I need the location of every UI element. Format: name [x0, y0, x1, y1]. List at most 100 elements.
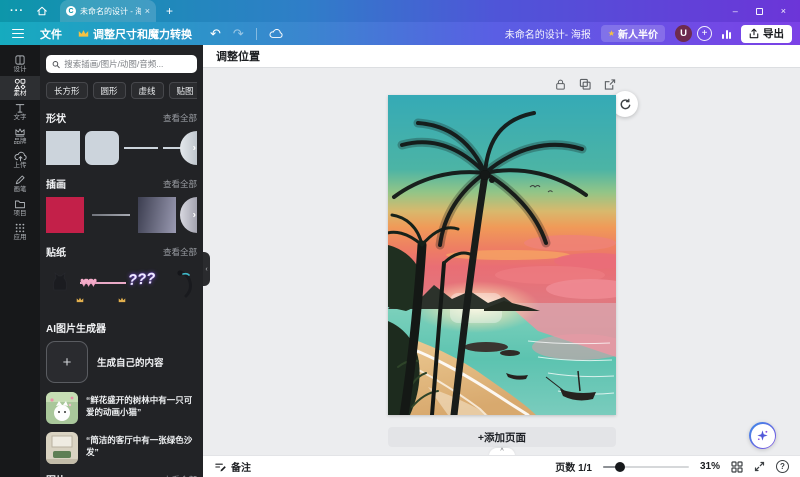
draw-icon — [15, 175, 25, 185]
ai-prompt-item[interactable]: “简洁的客厅中有一张绿色沙发” — [46, 432, 197, 464]
sticker-snorkeler[interactable] — [170, 268, 197, 303]
sidebar-item-text[interactable]: 文字 — [0, 100, 40, 124]
upload-cloud-icon — [13, 152, 27, 162]
photos-see-all-link[interactable]: 查看全部 — [163, 474, 197, 477]
pro-crown-icon — [118, 290, 126, 308]
menu-icon[interactable] — [12, 28, 24, 39]
sidebar-item-uploads[interactable]: 上传 — [0, 148, 40, 172]
tab-title: 未命名的设计 - 海报 — [80, 6, 141, 16]
shape-line[interactable] — [124, 131, 158, 165]
browser-menu-icon[interactable]: ··· — [10, 5, 24, 17]
close-window-button[interactable]: × — [781, 6, 786, 16]
share-page-icon[interactable] — [604, 78, 616, 91]
position-button[interactable]: 调整位置 — [216, 48, 260, 64]
page-count[interactable]: 页数 1/1 — [555, 459, 592, 474]
insights-icon[interactable] — [722, 29, 731, 39]
stickers-see-all-link[interactable]: 查看全部 — [163, 246, 197, 258]
shapes-see-all-link[interactable]: 查看全部 — [163, 112, 197, 124]
zoom-percent[interactable]: 31% — [700, 461, 720, 472]
chip-rectangle[interactable]: 长方形 — [46, 82, 88, 99]
plus-icon[interactable]: + — [46, 341, 88, 383]
canva-logo-icon: C — [66, 6, 76, 16]
elements-panel: 长方形 圆形 虚线 贴图 直线 形状 查看全部 › 插画 查看全部 › — [40, 45, 203, 477]
export-button[interactable]: 导出 — [741, 24, 792, 43]
panel-collapse-handle[interactable]: ‹ — [203, 252, 210, 286]
maximize-button[interactable] — [755, 7, 763, 15]
undo-button[interactable]: ↶ — [210, 26, 221, 42]
workspace: 调整位置 +添加页面 ^ 备注 页数 1/1 31% ? — [203, 45, 800, 477]
browser-titlebar: ··· C 未命名的设计 - 海报 × + – × — [0, 0, 800, 22]
home-icon[interactable] — [36, 5, 48, 17]
cloud-save-icon[interactable] — [269, 28, 283, 39]
star-icon: ★ — [607, 29, 615, 38]
grid-view-icon[interactable] — [731, 460, 743, 473]
document-title[interactable]: 未命名的设计- 海报 — [505, 26, 591, 41]
graphic-line[interactable] — [92, 197, 130, 233]
ai-thumb-kitten — [46, 392, 78, 424]
context-toolbar: 调整位置 — [203, 45, 800, 68]
chevron-right-icon[interactable]: › — [193, 143, 196, 154]
photos-section-title: 图片 — [46, 472, 66, 477]
add-page-button[interactable]: +添加页面 — [388, 427, 616, 447]
promo-button[interactable]: ★ 新人半价 — [600, 25, 665, 42]
minimize-button[interactable]: – — [733, 6, 738, 16]
design-page[interactable] — [388, 95, 616, 415]
sidebar-item-projects[interactable]: 项目 — [0, 196, 40, 220]
tab-close-icon[interactable]: × — [145, 6, 150, 16]
slider-knob[interactable] — [615, 461, 626, 472]
elements-icon — [14, 79, 26, 90]
pro-crown-icon — [76, 290, 84, 308]
ai-prompt-text: “简洁的客厅中有一张绿色沙发” — [86, 435, 193, 458]
search-box[interactable] — [46, 55, 197, 73]
upload-icon — [749, 28, 759, 39]
sidebar-item-design[interactable]: 设计 — [0, 52, 40, 76]
shape-rounded-square[interactable] — [85, 131, 119, 165]
graphic-red-square[interactable] — [46, 197, 84, 233]
search-icon — [52, 60, 60, 68]
search-input[interactable] — [64, 59, 191, 69]
search-chips: 长方形 圆形 虚线 贴图 直线 — [46, 82, 197, 99]
sidebar-item-apps[interactable]: 应用 — [0, 220, 40, 244]
notes-button[interactable]: 备注 — [214, 459, 251, 474]
shape-square[interactable] — [46, 131, 80, 165]
shapes-row: › — [46, 131, 197, 165]
file-menu-button[interactable]: 文件 — [40, 26, 62, 42]
palm-sunset-image — [388, 95, 616, 415]
sidebar-item-elements[interactable]: 素材 — [0, 76, 40, 100]
ai-prompt-item[interactable]: “鲜花盛开的树林中有一只可爱的动画小猫” — [46, 392, 197, 424]
resize-magic-button[interactable]: 调整尺寸和魔力转换 — [78, 26, 192, 42]
toolbar-divider — [255, 27, 257, 40]
zoom-slider[interactable] — [602, 461, 689, 472]
lock-icon[interactable] — [555, 78, 566, 91]
help-button[interactable]: ? — [776, 460, 789, 473]
sticker-dark-cat[interactable] — [48, 270, 72, 299]
avatar[interactable]: U — [675, 25, 692, 42]
add-member-button[interactable]: + — [697, 26, 712, 41]
new-tab-button[interactable]: + — [166, 4, 173, 18]
sticker-hearts-garland[interactable]: ♥♥♥ — [80, 273, 126, 291]
graphics-see-all-link[interactable]: 查看全部 — [163, 178, 197, 190]
sparkle-icon — [757, 430, 768, 441]
notes-icon — [215, 463, 226, 471]
apps-grid-icon — [15, 223, 25, 233]
chip-sticker[interactable]: 贴图 — [168, 82, 197, 99]
crown-icon — [78, 30, 89, 37]
generate-own-content[interactable]: + 生成自己的内容 — [46, 341, 197, 383]
browser-tab[interactable]: C 未命名的设计 - 海报 × — [60, 0, 156, 22]
refresh-icon — [620, 98, 630, 109]
chip-circle[interactable]: 圆形 — [92, 82, 126, 99]
chevron-right-icon[interactable]: › — [193, 210, 196, 221]
fullscreen-icon[interactable] — [754, 461, 765, 472]
sidebar-item-draw[interactable]: 画笔 — [0, 172, 40, 196]
sticker-question-marks[interactable]: ??? — [127, 270, 156, 289]
assistant-button[interactable] — [749, 422, 776, 449]
duplicate-page-icon[interactable] — [579, 78, 591, 91]
sidebar-item-brand[interactable]: 品牌 — [0, 124, 40, 148]
page-controls — [555, 78, 616, 91]
graphic-gradient-square[interactable] — [138, 197, 176, 233]
brand-icon — [15, 128, 25, 137]
status-bar: 备注 页数 1/1 31% ? — [203, 455, 800, 477]
chip-dashed[interactable]: 虚线 — [130, 82, 164, 99]
redo-button[interactable]: ↷ — [233, 26, 244, 42]
stickers-row: ♥♥♥ ??? — [46, 265, 197, 309]
